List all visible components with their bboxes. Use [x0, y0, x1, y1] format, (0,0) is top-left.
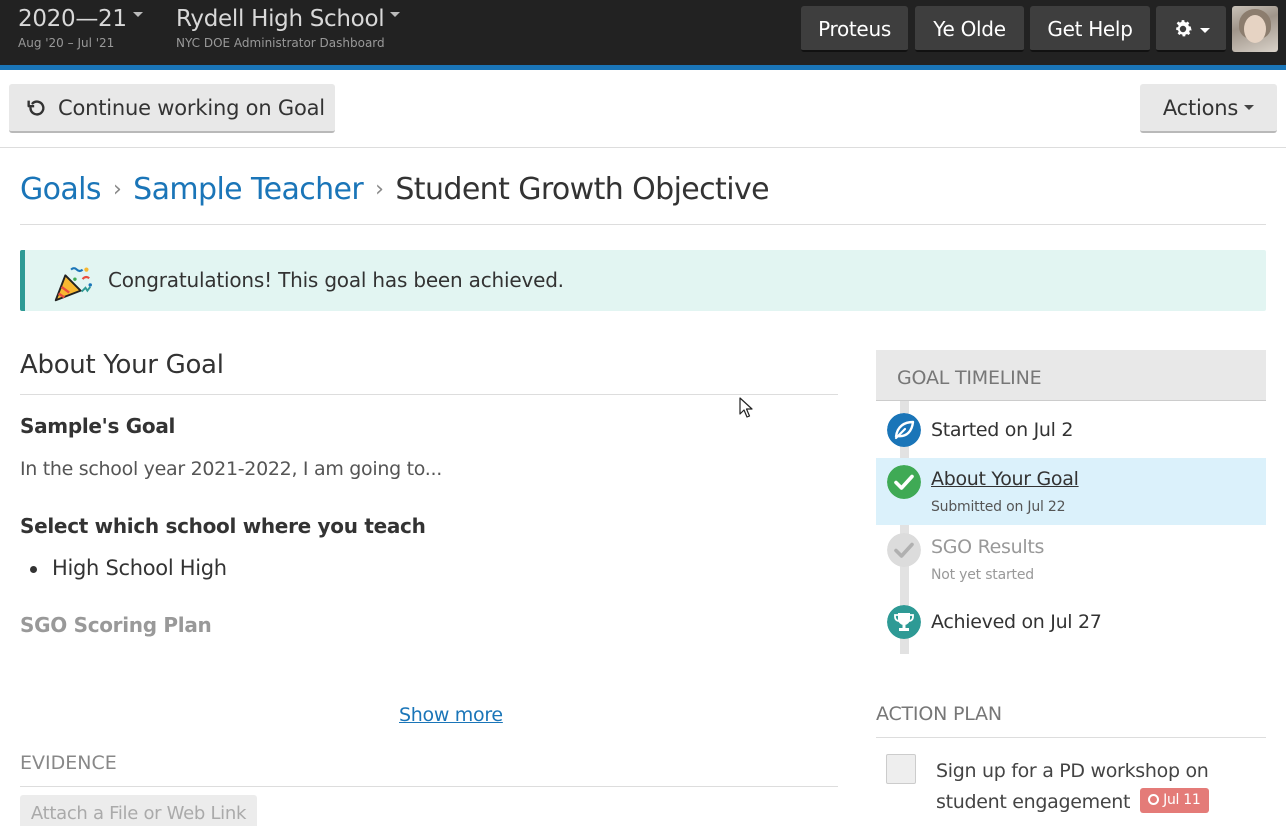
goal-achieved-alert: Congratulations! This goal has been achi… — [20, 250, 1266, 311]
check-icon — [887, 465, 921, 499]
actions-label: Actions — [1162, 96, 1239, 120]
timeline-item-achieved: Achieved on Jul 27 — [876, 592, 1266, 654]
party-popper-icon — [54, 267, 92, 302]
check-icon — [887, 533, 921, 567]
timeline-link[interactable]: About Your Goal — [931, 468, 1079, 490]
timeline-item-about-goal[interactable]: About Your Goal Submitted on Jul 22 — [876, 458, 1266, 525]
continue-working-button[interactable]: Continue working on Goal — [9, 84, 335, 133]
chevron-right-icon: › — [112, 177, 122, 202]
year-range: Aug '20 – Jul '21 — [18, 36, 115, 50]
year-selector[interactable]: 2020—21 Aug '20 – Jul '21 — [18, 5, 143, 50]
chevron-down-icon — [1200, 28, 1210, 33]
school-answer: High School High — [52, 556, 227, 580]
continue-working-label: Continue working on Goal — [58, 96, 325, 120]
settings-menu-button[interactable] — [1156, 6, 1226, 52]
timeline-item-started: Started on Jul 2 — [876, 402, 1266, 458]
year-label: 2020—21 — [18, 6, 127, 32]
timeline-label: Started on Jul 2 — [931, 419, 1074, 441]
timeline-label: SGO Results — [931, 536, 1045, 558]
alert-message: Congratulations! This goal has been achi… — [108, 268, 564, 292]
show-more-link[interactable]: Show more — [399, 704, 503, 726]
school-label: Rydell High School — [176, 6, 385, 32]
scoring-plan-heading: SGO Scoring Plan — [20, 613, 212, 637]
page-title: Student Growth Objective — [395, 172, 769, 207]
actions-dropdown-button[interactable]: Actions — [1140, 84, 1277, 133]
chevron-right-icon: › — [375, 177, 384, 202]
get-help-button[interactable]: Get Help — [1030, 6, 1150, 52]
trophy-icon — [887, 605, 921, 639]
breadcrumb-teacher-link[interactable]: Sample Teacher — [133, 172, 364, 207]
evidence-heading: EVIDENCE — [20, 752, 838, 787]
attach-file-button[interactable]: Attach a File or Web Link — [20, 795, 257, 826]
goal-timeline: GOAL TIMELINE Started on Jul 2 About You… — [876, 350, 1266, 654]
bullet-icon — [30, 566, 37, 573]
content-fade — [20, 640, 838, 690]
timeline-sublabel: Not yet started — [931, 567, 1034, 583]
task-item: Sign up for a PD workshop on student eng… — [936, 756, 1236, 818]
leaf-icon — [887, 413, 921, 447]
chevron-down-icon — [1244, 104, 1255, 110]
top-nav-bar: 2020—21 Aug '20 – Jul '21 Rydell High Sc… — [0, 0, 1286, 65]
action-plan-heading: ACTION PLAN — [876, 703, 1266, 738]
gear-icon — [1176, 19, 1192, 36]
chevron-down-icon — [390, 12, 401, 17]
timeline-label: Achieved on Jul 27 — [931, 611, 1102, 633]
undo-icon — [27, 100, 45, 116]
about-goal-heading: About Your Goal — [20, 350, 838, 395]
timeline-item-sgo-results: SGO Results Not yet started — [876, 525, 1266, 592]
breadcrumb-goals-link[interactable]: Goals — [20, 172, 102, 207]
goal-description: In the school year 2021-2022, I am going… — [20, 458, 442, 480]
breadcrumb: Goals › Sample Teacher › Student Growth Obje… — [20, 172, 1266, 225]
page-toolbar: Continue working on Goal Actions — [0, 70, 1286, 148]
school-selector[interactable]: Rydell High School NYC DOE Administrator… — [176, 5, 401, 50]
mouse-cursor-icon — [739, 397, 753, 418]
timeline-sublabel: Submitted on Jul 22 — [931, 499, 1066, 515]
ye-olde-button[interactable]: Ye Olde — [915, 6, 1024, 52]
proteus-button[interactable]: Proteus — [801, 6, 908, 52]
school-question: Select which school where you teach — [20, 514, 426, 538]
dashboard-label: NYC DOE Administrator Dashboard — [176, 36, 385, 50]
due-date: Jul 11 — [1163, 792, 1201, 808]
clock-icon — [1148, 794, 1160, 805]
due-date-badge: Jul 11 — [1140, 788, 1209, 813]
task-checkbox[interactable] — [886, 754, 916, 784]
goal-title: Sample's Goal — [20, 414, 176, 438]
user-avatar[interactable] — [1232, 6, 1278, 52]
timeline-heading: GOAL TIMELINE — [876, 350, 1266, 401]
chevron-down-icon — [132, 12, 143, 17]
